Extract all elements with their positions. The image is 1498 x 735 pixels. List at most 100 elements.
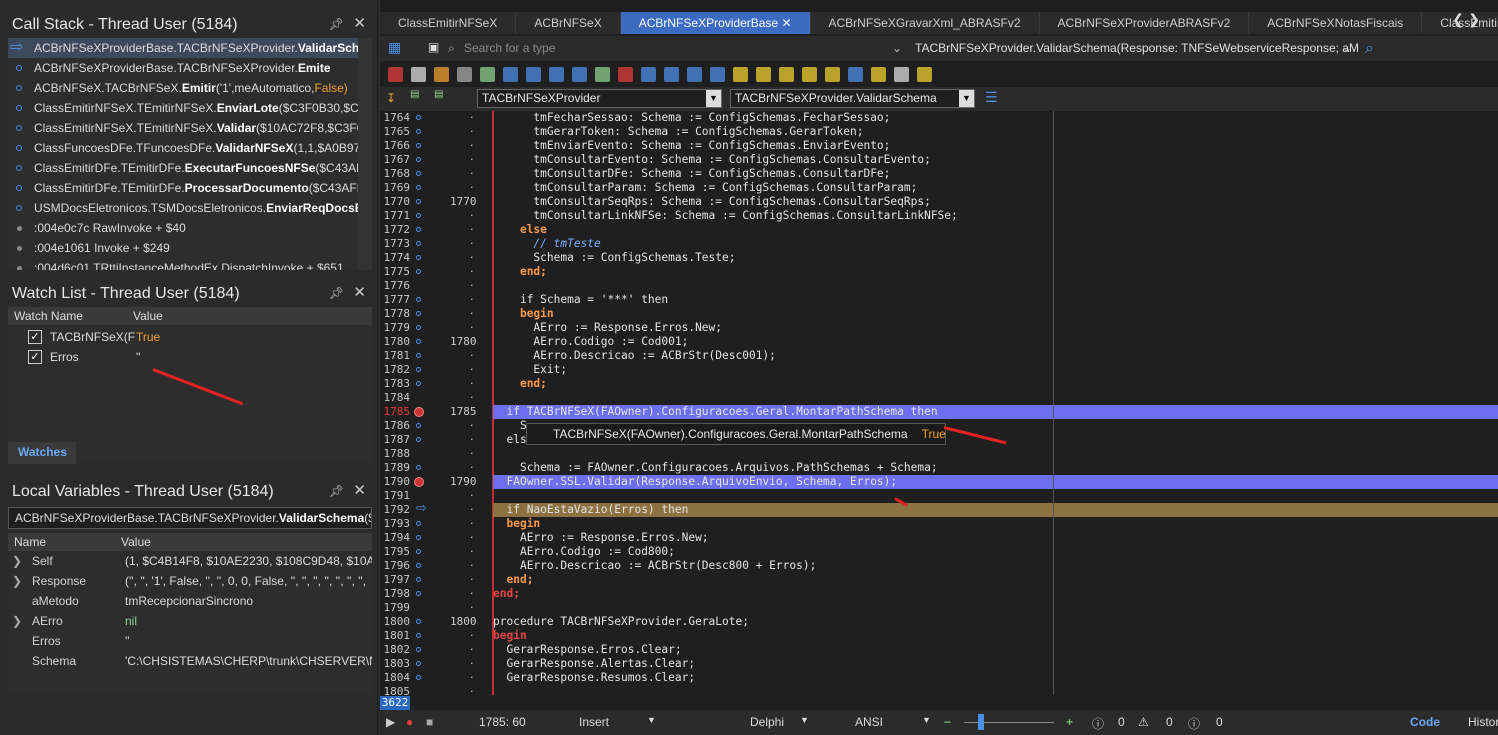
chevron-right-icon[interactable]: ❯ — [12, 551, 22, 571]
close-icon[interactable]: ✕ — [353, 481, 366, 499]
code-line[interactable]: AErro.Descricao := ACBrStr(Desc800 + Err… — [493, 559, 1498, 573]
list-icon[interactable]: ☰ — [985, 90, 998, 106]
local-row[interactable]: Erros '' — [8, 631, 372, 651]
toolbar-icon[interactable] — [457, 67, 472, 82]
code-line[interactable] — [493, 279, 1498, 293]
pin-icon[interactable]: 📌︎ — [329, 17, 344, 31]
toolbar-icon[interactable] — [618, 67, 633, 82]
impl-icon[interactable]: ▤ — [434, 89, 443, 100]
code-line[interactable]: tmFecharSessao: Schema := ConfigSchemas.… — [493, 111, 1498, 125]
toolbar-icon[interactable] — [825, 67, 840, 82]
class-combo[interactable]: TACBrNFSeXProvider ▼ — [477, 89, 722, 108]
chevron-down-icon[interactable]: ▼ — [959, 90, 974, 107]
chevron-down-icon[interactable]: ▼ — [800, 715, 809, 725]
toolbar-icon[interactable] — [710, 67, 725, 82]
tab-history[interactable]: History — [1468, 715, 1498, 729]
code-line[interactable]: procedure TACBrNFSeXProvider.GeraLote; — [493, 615, 1498, 629]
zoom-out-icon[interactable]: − — [944, 715, 951, 729]
toolbar-icon[interactable] — [641, 67, 656, 82]
search-input[interactable]: Search for a type — [464, 41, 555, 55]
language[interactable]: Delphi — [750, 715, 784, 729]
code-line[interactable]: Schema := ConfigSchemas.Teste; — [493, 251, 1498, 265]
callstack-frame[interactable]: ACBrNFSeX.TACBrNFSeX.Emitir('1',meAutoma… — [8, 78, 372, 98]
impl-icon[interactable]: ▤ — [410, 89, 419, 100]
zoom-thumb[interactable] — [978, 714, 984, 730]
code-line[interactable]: end; — [493, 265, 1498, 279]
pin-icon[interactable]: 📌︎ — [329, 286, 344, 300]
col-value[interactable]: Value — [133, 309, 163, 323]
toolbar-icon[interactable] — [503, 67, 518, 82]
local-row[interactable]: ❯ Response ('', '', '1', False, '', '', 0,… — [8, 571, 372, 591]
code-line[interactable]: GerarResponse.Erros.Clear; — [493, 643, 1498, 657]
warning-icon[interactable]: ⚠ — [1138, 715, 1149, 729]
code-line[interactable] — [493, 391, 1498, 405]
chevron-right-icon[interactable]: ❯ — [12, 611, 22, 631]
callstack-frame[interactable]: :004d6c01 TRttiInstanceMethodEx.Dispatch… — [8, 258, 372, 270]
scrollbar[interactable] — [358, 38, 372, 270]
file-tab[interactable]: ACBrNFSeXGravarXml_ABRASFv2 — [811, 12, 1040, 34]
watch-row[interactable]: ✓ Erros '' — [8, 347, 372, 367]
toolbar-icon[interactable] — [802, 67, 817, 82]
callstack-frame[interactable]: ClassEmitirNFSeX.TEmitirNFSeX.Validar($1… — [8, 118, 372, 138]
code-line[interactable] — [493, 447, 1498, 461]
zoom-in-icon[interactable]: + — [1066, 715, 1073, 729]
encoding[interactable]: ANSI — [855, 715, 883, 729]
callstack-frame[interactable]: ClassEmitirDFe.TEmitirDFe.ProcessarDocum… — [8, 178, 372, 198]
callstack-frame[interactable]: USMDocsEletronicos.TSMDocsEletronicos.En… — [8, 198, 372, 218]
locals-frame-selector[interactable]: ACBrNFSeXProviderBase.TACBrNFSeXProvider… — [8, 507, 372, 529]
play-icon[interactable]: ▶ — [386, 715, 395, 729]
code-line[interactable]: tmEnviarEvento: Schema := ConfigSchemas.… — [493, 139, 1498, 153]
chevron-down-icon[interactable]: ▼ — [647, 715, 656, 725]
callstack-frame[interactable]: ClassEmitirNFSeX.TEmitirNFSeX.EnviarLote… — [8, 98, 372, 118]
code-editor[interactable]: 1764 · 1765 · 1766 · 1767 · 1768 · 1769 · 1770 1770 17… — [380, 111, 1498, 695]
code-line[interactable]: if Schema = '***' then — [493, 293, 1498, 307]
code-line[interactable]: begin — [493, 307, 1498, 321]
callstack-frame[interactable]: :004e1061 Invoke + $249 — [8, 238, 372, 258]
col-name[interactable]: Name — [14, 535, 46, 549]
file-tab[interactable]: ACBrNFSeXProviderABRASFv2 — [1040, 12, 1250, 34]
code-line[interactable] — [493, 489, 1498, 503]
toolbar-icon[interactable] — [388, 67, 403, 82]
tab-nav[interactable]: ❮ ❯ — [1452, 12, 1480, 28]
code-line[interactable]: else — [493, 223, 1498, 237]
structure-icon[interactable]: ▦ — [388, 40, 401, 56]
toolbar-icon[interactable] — [779, 67, 794, 82]
local-row[interactable]: Schema 'C:\CHSISTEMAS\CHERP\trunk\CHSERVE… — [8, 651, 372, 671]
checkbox[interactable]: ✓ — [28, 350, 42, 364]
toolbar-icon[interactable] — [411, 67, 426, 82]
tab-watches[interactable]: Watches — [8, 442, 76, 464]
toolbar-icon[interactable] — [917, 67, 932, 82]
toolbar-icon[interactable] — [549, 67, 564, 82]
code-line[interactable]: AErro := Response.Erros.New; — [493, 531, 1498, 545]
locals-list[interactable]: Name Value ❯ Self (1, $C4B14F8, $10AE2230,… — [8, 533, 372, 693]
code-line[interactable]: if NaoEstaVazio(Erros) then — [493, 503, 1498, 517]
code-line[interactable]: GerarResponse.Alertas.Clear; — [493, 657, 1498, 671]
toolbar-icon[interactable] — [664, 67, 679, 82]
info-icon[interactable]: ⓘ — [1188, 715, 1200, 732]
col-watch-name[interactable]: Watch Name — [14, 309, 83, 323]
code-line[interactable]: FAOwner.SSL.Validar(Response.ArquivoEnvi… — [493, 475, 1498, 489]
local-row[interactable]: ❯ Self (1, $C4B14F8, $10AE2230, $108C9D48,… — [8, 551, 372, 571]
code-line[interactable]: // tmTeste — [493, 237, 1498, 251]
error-icon[interactable]: ⓘ — [1092, 715, 1104, 732]
watch-row[interactable]: ✓ TACBrNFSeX(F True — [8, 327, 372, 347]
close-icon[interactable]: ✕ — [353, 283, 366, 301]
code-line[interactable] — [493, 601, 1498, 615]
local-row[interactable]: aMetodo tmRecepcionarSincrono — [8, 591, 372, 611]
col-value[interactable]: Value — [121, 535, 151, 549]
code-line[interactable]: GerarResponse.Resumos.Clear; — [493, 671, 1498, 685]
chevron-down-icon[interactable]: ⌄ — [892, 41, 902, 55]
file-tab[interactable]: ACBrNFSeX — [516, 12, 621, 34]
tab-code[interactable]: Code — [1410, 715, 1440, 729]
code-line[interactable]: AErro.Codigo := Cod800; — [493, 545, 1498, 559]
code-line[interactable]: begin — [493, 629, 1498, 643]
chevron-down-icon[interactable]: ▼ — [706, 90, 721, 107]
code-line[interactable]: end; — [493, 573, 1498, 587]
breakpoint-icon[interactable] — [414, 477, 424, 487]
procedure-signature[interactable]: TACBrNFSeXProvider.ValidarSchema(Respons… — [915, 41, 1359, 55]
code-line[interactable]: Exit; — [493, 363, 1498, 377]
toolbar-icon[interactable] — [733, 67, 748, 82]
code-line[interactable]: end; — [493, 587, 1498, 601]
callstack-frame[interactable]: ClassFuncoesDFe.TFuncoesDFe.ValidarNFSeX… — [8, 138, 372, 158]
code-line[interactable]: tmGerarToken: Schema := ConfigSchemas.Ge… — [493, 125, 1498, 139]
